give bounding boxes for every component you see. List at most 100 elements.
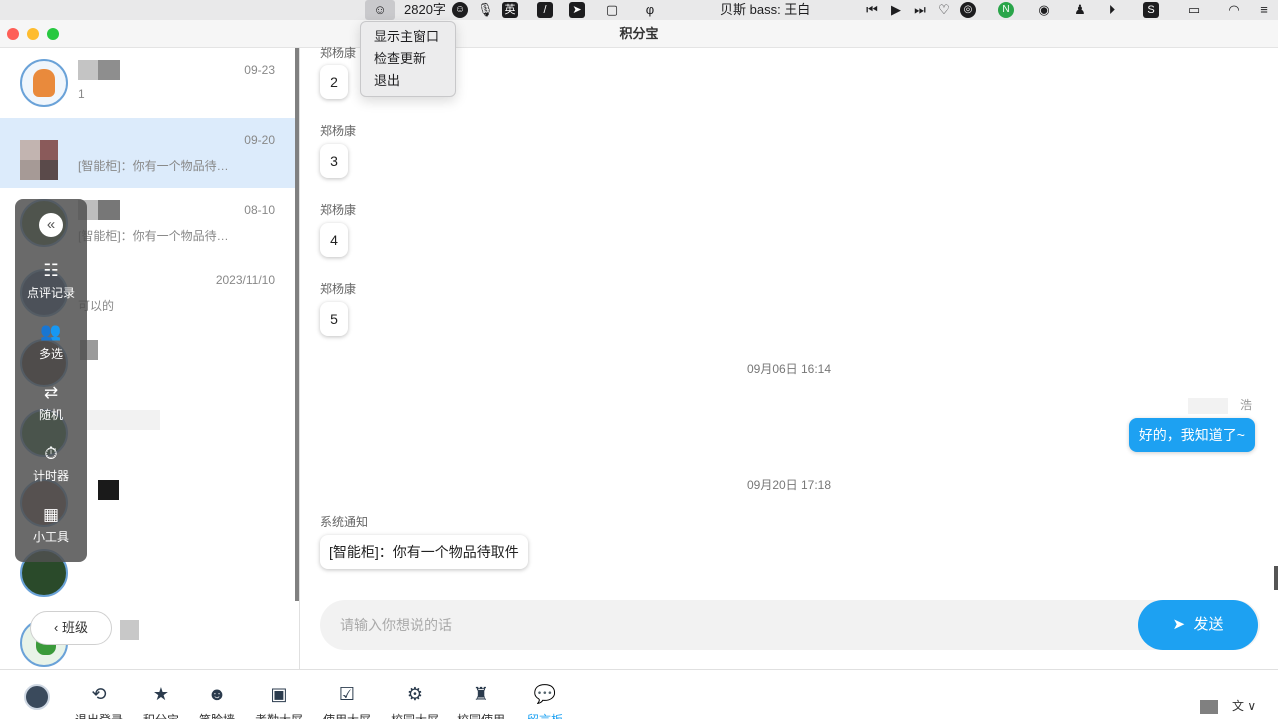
send-button[interactable]: ➤ 发送 <box>1138 600 1258 650</box>
message-timestamp: 09月20日 17:18 <box>746 478 832 492</box>
redacted-name <box>120 620 139 640</box>
tool-label: 小工具 <box>32 530 69 544</box>
s-app-icon[interactable]: S <box>1143 2 1159 18</box>
tool-comment-record[interactable]: ☷ 点评记录 <box>15 261 87 301</box>
status-menu: 显示主窗口 检查更新 退出 <box>360 21 456 97</box>
bottom-item-label: 积分宝 <box>136 711 186 719</box>
ime-indicator[interactable]: 英 <box>502 2 518 18</box>
slash-app-icon[interactable]: / <box>537 2 553 18</box>
message-bubble[interactable]: 5 <box>320 302 348 336</box>
bottom-item-label: 使用大屏 <box>322 711 372 719</box>
tool-random[interactable]: ⇄ 随机 <box>15 383 87 423</box>
smile-icon: ☻ <box>207 684 227 704</box>
n-app-icon[interactable]: N <box>998 2 1014 18</box>
widgets-icon: ▦ <box>42 505 60 524</box>
redacted-name <box>98 480 119 500</box>
battery-icon[interactable]: ▭ <box>1182 2 1206 18</box>
bottom-item-label: 校园大屏 <box>390 711 440 719</box>
window-icon[interactable]: ▢ <box>604 2 620 18</box>
tool-multi-select[interactable]: 👥 多选 <box>15 322 87 362</box>
redacted-name <box>78 60 98 80</box>
redacted-name <box>80 410 160 430</box>
conversation-item-active[interactable]: 09-20 [智能柜]：你有一个物品待… <box>0 118 295 188</box>
word-count: 2820字 <box>404 2 446 17</box>
tool-timer[interactable]: ⏱ 计时器 <box>15 444 87 484</box>
window-titlebar: 积分宝 <box>0 20 1278 48</box>
message-input[interactable] <box>340 600 1120 650</box>
play-icon[interactable]: ▶ <box>888 2 904 18</box>
timer-icon: ⏱ <box>44 444 58 463</box>
bottom-item-points[interactable]: ★ 积分宝 <box>136 683 186 719</box>
message-bubble[interactable]: 3 <box>320 144 348 178</box>
language-selector[interactable]: 文 ∨ <box>1232 697 1256 714</box>
bottom-item-attendance[interactable]: ▣ 考勤大屏 <box>254 683 304 719</box>
shuffle-icon: ⇄ <box>43 383 59 402</box>
tool-widgets[interactable]: ▦ 小工具 <box>15 505 87 545</box>
message-timestamp: 09月06日 16:14 <box>746 362 832 376</box>
redacted-name <box>98 60 120 80</box>
collapse-button[interactable]: « <box>39 213 63 237</box>
emoji-icon[interactable]: ☺ <box>452 2 468 18</box>
logout-icon: ⟲ <box>91 684 107 704</box>
tool-label: 计时器 <box>32 469 69 483</box>
conversation-preview: [智能柜]：你有一个物品待… <box>78 159 229 173</box>
bottom-item-usage-screen[interactable]: ☑ 使用大屏 <box>322 683 372 719</box>
message-bubble[interactable]: 2 <box>320 65 348 99</box>
paper-plane-icon: ➤ <box>1172 616 1186 633</box>
wifi-icon[interactable]: ◠ <box>1226 2 1242 18</box>
tool-label: 多选 <box>38 347 63 361</box>
message-sender: 郑杨康 <box>320 124 357 138</box>
conversation-item[interactable]: 09-23 1 <box>0 48 295 118</box>
chevron-down-icon: ∨ <box>1244 699 1257 713</box>
window-resize-handle[interactable] <box>1274 566 1278 590</box>
comment-record-icon: ☷ <box>43 261 59 280</box>
phi-icon[interactable]: φ <box>642 2 658 18</box>
conversation-date: 09-23 <box>244 63 275 77</box>
self-name: 浩 <box>1239 398 1252 412</box>
badge-icon: ♜ <box>472 684 490 704</box>
message-sender: 系统通知 <box>320 515 369 529</box>
qq-icon[interactable]: ♟ <box>1072 2 1088 18</box>
window-title: 积分宝 <box>619 26 659 41</box>
bottom-item-label: 笑脸墙 <box>192 711 242 719</box>
cursor-app-icon[interactable]: ➤ <box>569 2 585 18</box>
tool-label: 随机 <box>38 408 63 422</box>
heart-icon[interactable]: ♡ <box>936 2 952 18</box>
menu-show-main-window[interactable]: 显示主窗口 <box>361 26 455 48</box>
now-playing: 贝斯 bass: 王白 <box>720 2 811 17</box>
bottom-item-smile-wall[interactable]: ☻ 笑脸墙 <box>192 683 242 719</box>
bottom-item-campus-screen[interactable]: ⚙ 校园大屏 <box>390 683 440 719</box>
class-button-label: 班级 <box>61 620 88 635</box>
message-sender: 郑杨康 <box>320 46 357 60</box>
message-bubble[interactable]: 4 <box>320 223 348 257</box>
microphone-icon[interactable]: 🎙 <box>477 2 494 18</box>
chat-panel: 郑杨康 2 郑杨康 3 郑杨康 4 郑杨康 5 09月06日 16:14 浩 好… <box>300 46 1278 669</box>
class-back-button[interactable]: ‹ 班级 <box>30 611 112 645</box>
chat-icon: 💬 <box>533 684 557 704</box>
bottom-item-label: 退出登录 <box>74 711 124 719</box>
app-status-icon[interactable]: ☺ <box>372 2 388 18</box>
avatar <box>20 59 68 107</box>
next-track-icon[interactable]: ⏭ <box>912 2 928 18</box>
bottom-item-label: 校园使用 <box>456 711 506 719</box>
reply-bubble[interactable]: 好的，我知道了~ <box>1128 418 1255 452</box>
netease-icon[interactable]: ◎ <box>960 2 976 18</box>
control-center-icon[interactable]: ≡ <box>1256 2 1272 18</box>
conversation-date: 08-10 <box>244 203 275 217</box>
bottom-item-message-board[interactable]: 💬 留言板 <box>520 683 570 719</box>
wechat-icon[interactable]: ◉ <box>1036 2 1052 18</box>
menu-check-updates[interactable]: 检查更新 <box>361 48 455 70</box>
check-calendar-icon: ☑ <box>338 684 356 704</box>
bottom-item-logout[interactable]: ⟲ 退出登录 <box>74 683 124 719</box>
user-avatar[interactable] <box>24 684 50 710</box>
bottom-item-campus-usage[interactable]: ♜ 校园使用 <box>456 683 506 719</box>
conversation-preview: [智能柜]：你有一个物品待… <box>78 229 229 243</box>
flag-icon <box>1200 700 1218 714</box>
menu-quit[interactable]: 退出 <box>361 70 455 92</box>
redacted-self-name <box>1188 398 1228 414</box>
system-message-bubble[interactable]: [智能柜]：你有一个物品待取件 <box>320 535 528 569</box>
previous-track-icon[interactable]: ⏮ <box>864 2 880 18</box>
redacted-name <box>98 200 120 220</box>
chevron-left-icon: ‹ <box>54 620 62 635</box>
play-circle-icon[interactable]: ⏵ <box>1104 2 1120 18</box>
